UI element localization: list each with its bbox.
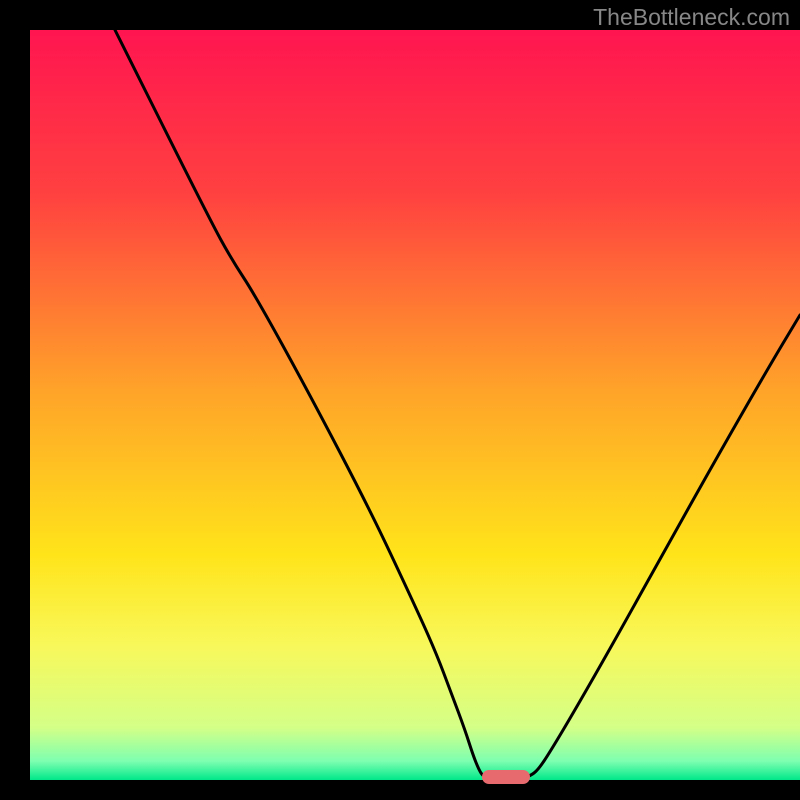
watermark-text: TheBottleneck.com (593, 4, 790, 31)
plot-background (30, 30, 800, 780)
chart-svg (0, 0, 800, 800)
optimum-marker (482, 770, 530, 784)
chart-container: TheBottleneck.com (0, 0, 800, 800)
